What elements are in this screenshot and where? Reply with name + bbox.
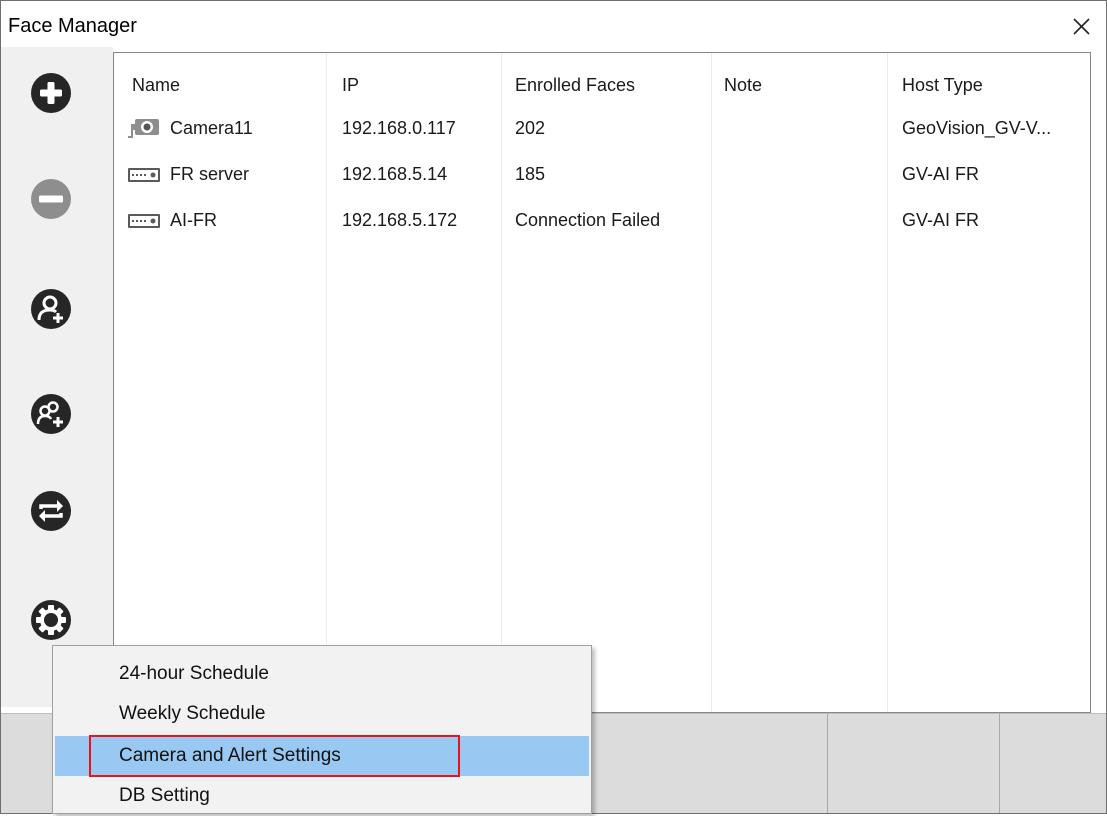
column-separator bbox=[887, 53, 888, 712]
column-separator bbox=[711, 53, 712, 712]
column-separator bbox=[326, 53, 327, 712]
highlight-callout-box bbox=[89, 735, 460, 777]
enrolled-faces: 202 bbox=[515, 118, 546, 138]
host-type: GV-AI FR bbox=[902, 210, 980, 230]
gear-icon bbox=[31, 600, 71, 640]
host-type: GeoVision_GV-V... bbox=[902, 118, 1052, 138]
sidebar bbox=[1, 47, 113, 707]
device-ip: 192.168.5.172 bbox=[342, 210, 458, 230]
sync-icon bbox=[31, 491, 71, 531]
enrolled-faces: Connection Failed bbox=[515, 210, 661, 230]
add-device-button[interactable] bbox=[29, 71, 73, 115]
menu-item-label: DB Setting bbox=[119, 785, 210, 806]
sync-button[interactable] bbox=[29, 489, 73, 533]
enrolled-faces: 185 bbox=[515, 164, 546, 184]
server-icon bbox=[128, 168, 160, 182]
table-row[interactable]: AI-FR 192.168.5.172 Connection Failed GV… bbox=[114, 200, 1090, 240]
window-title: Face Manager bbox=[8, 15, 137, 37]
menu-item-label: Weekly Schedule bbox=[119, 703, 266, 724]
settings-context-menu: 24-hour Schedule Weekly Schedule Camera … bbox=[52, 645, 592, 814]
add-person-icon bbox=[31, 289, 71, 329]
remove-icon bbox=[31, 179, 71, 219]
add-person-button[interactable] bbox=[29, 287, 73, 331]
settings-button[interactable] bbox=[29, 598, 73, 642]
device-ip: 192.168.5.14 bbox=[342, 164, 448, 184]
add-icon bbox=[31, 73, 71, 113]
device-name: FR server bbox=[170, 164, 250, 184]
divider bbox=[827, 714, 828, 813]
table-row[interactable]: FR server 192.168.5.14 185 GV-AI FR bbox=[114, 154, 1090, 194]
column-header-name[interactable]: Name bbox=[132, 75, 180, 96]
table-row[interactable]: Camera11 192.168.0.117 202 GeoVision_GV-… bbox=[114, 108, 1090, 148]
column-header-enrolled-faces[interactable]: Enrolled Faces bbox=[515, 75, 635, 96]
add-group-button[interactable] bbox=[29, 392, 73, 436]
remove-device-button[interactable] bbox=[29, 177, 73, 221]
title-bar: Face Manager bbox=[1, 1, 1106, 47]
device-ip: 192.168.0.117 bbox=[342, 118, 456, 138]
menu-item-weekly-schedule[interactable]: Weekly Schedule bbox=[55, 694, 589, 734]
device-name: AI-FR bbox=[170, 210, 217, 230]
close-icon[interactable] bbox=[1067, 13, 1095, 41]
camera-icon bbox=[128, 119, 159, 138]
column-separator bbox=[501, 53, 502, 712]
device-name: Camera11 bbox=[170, 118, 253, 138]
menu-item-24-hour-schedule[interactable]: 24-hour Schedule bbox=[55, 654, 589, 694]
column-header-note[interactable]: Note bbox=[724, 75, 762, 96]
host-type: GV-AI FR bbox=[902, 164, 980, 184]
server-icon bbox=[128, 214, 160, 228]
add-group-icon bbox=[31, 394, 71, 434]
menu-item-label: 24-hour Schedule bbox=[119, 663, 269, 684]
device-list[interactable]: Name IP Enrolled Faces Note Host Type Ca… bbox=[113, 52, 1091, 713]
column-header-ip[interactable]: IP bbox=[342, 75, 359, 96]
menu-item-db-setting[interactable]: DB Setting bbox=[55, 776, 589, 816]
divider bbox=[999, 714, 1000, 813]
column-header-host-type[interactable]: Host Type bbox=[902, 75, 983, 96]
